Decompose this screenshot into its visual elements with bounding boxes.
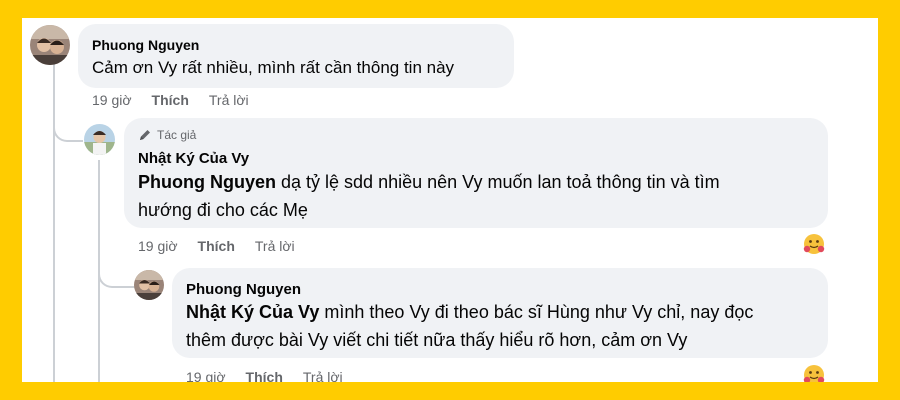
- comment-time[interactable]: 19 giờ: [186, 369, 226, 382]
- comment-actions-2: 19 giờ Thích Trả lời: [138, 238, 295, 254]
- comment-actions-1: 19 giờ Thích Trả lời: [92, 92, 249, 108]
- comment-text: Phuong Nguyen dạ tỷ lệ sdd nhiều nên Vy …: [138, 168, 818, 224]
- avatar-nhat-ky-cua-vy[interactable]: [84, 124, 115, 155]
- comment-text: Nhật Ký Của Vy mình theo Vy đi theo bác …: [186, 298, 822, 354]
- author-badge: Tác giả: [138, 128, 196, 142]
- pencil-icon: [140, 130, 150, 140]
- comment-text-line-1: mình theo Vy đi theo bác sĩ Hùng như Vy …: [324, 302, 754, 322]
- mention-link[interactable]: Phuong Nguyen: [138, 172, 276, 192]
- comment-author[interactable]: Phuong Nguyen: [92, 37, 199, 53]
- reply-button[interactable]: Trả lời: [209, 92, 249, 108]
- reply-button[interactable]: Trả lời: [303, 369, 343, 382]
- author-badge-label: Tác giả: [157, 128, 197, 142]
- comment-thread: Phuong Nguyen Cảm ơn Vy rất nhiều, mình …: [22, 18, 878, 382]
- comment-actions-3: 19 giờ Thích Trả lời: [186, 369, 343, 382]
- like-button[interactable]: Thích: [198, 238, 235, 254]
- hugging-face-icon[interactable]: [802, 363, 826, 382]
- avatar-phuong-nguyen[interactable]: [134, 270, 164, 300]
- like-button[interactable]: Thích: [246, 369, 283, 382]
- comment-author[interactable]: Phuong Nguyen: [186, 281, 301, 298]
- comment-text-line-2: hướng đi cho các Mẹ: [138, 200, 308, 220]
- thread-connector-2: [98, 266, 136, 288]
- thread-line-main: [53, 62, 55, 382]
- comment-text-line-1: dạ tỷ lệ sdd nhiều nên Vy muốn lan toả t…: [281, 172, 720, 192]
- comment-bubble-3: Phuong Nguyen Nhật Ký Của Vy mình theo V…: [172, 268, 828, 358]
- comment-time[interactable]: 19 giờ: [92, 92, 132, 108]
- comment-bubble-1: Phuong Nguyen Cảm ơn Vy rất nhiều, mình …: [78, 24, 514, 88]
- hugging-face-icon[interactable]: [802, 232, 826, 256]
- reply-button[interactable]: Trả lời: [255, 238, 295, 254]
- comment-bubble-2: Tác giả Nhật Ký Của Vy Phuong Nguyen dạ …: [124, 118, 828, 228]
- avatar-phuong-nguyen[interactable]: [30, 25, 70, 65]
- comment-text: Cảm ơn Vy rất nhiều, mình rất cần thông …: [92, 58, 455, 77]
- comment-text-line-2: thêm được bài Vy viết chi tiết nữa thấy …: [186, 330, 688, 350]
- mention-link[interactable]: Nhật Ký Của Vy: [186, 302, 319, 322]
- thread-connector-1: [53, 118, 83, 142]
- like-button[interactable]: Thích: [152, 92, 189, 108]
- comment-author[interactable]: Nhật Ký Của Vy: [138, 150, 249, 167]
- comment-time[interactable]: 19 giờ: [138, 238, 178, 254]
